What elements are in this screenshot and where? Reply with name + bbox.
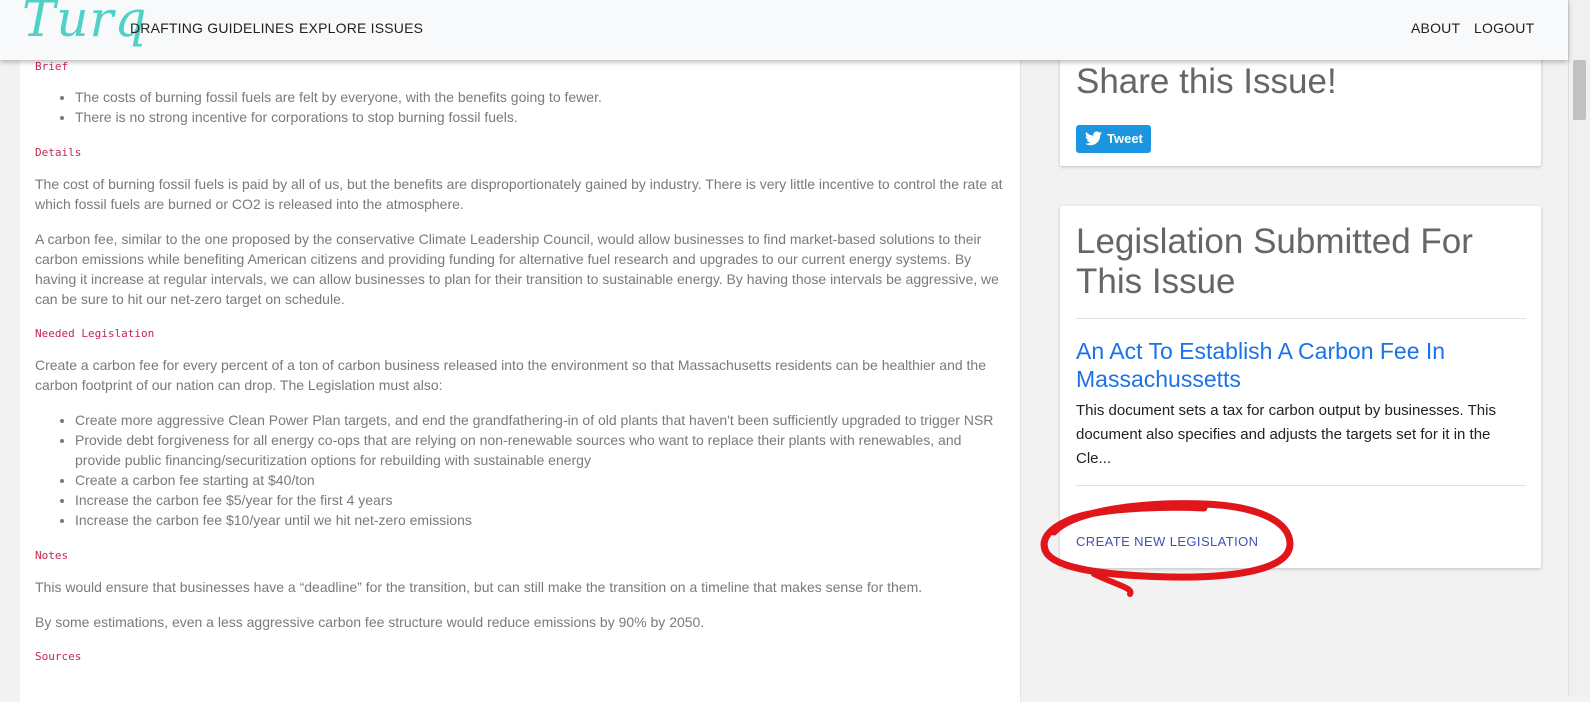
page-scrollbar[interactable] [1568,0,1590,696]
list-item: Provide debt forgiveness for all energy … [75,430,1010,470]
details-heading: Details [35,146,82,159]
needed-legislation-list: Create more aggressive Clean Power Plan … [35,410,1010,530]
divider [1076,485,1526,486]
scrollbar-thumb[interactable] [1573,60,1586,120]
sources-heading: Sources [35,650,82,663]
brief-list: The costs of burning fossil fuels are fe… [35,87,1010,127]
nav-logout[interactable]: LOGOUT [1474,20,1534,36]
needed-legislation-intro: Create a carbon fee for every percent of… [35,357,987,393]
issue-content-body: Brief The costs of burning fossil fuels … [35,60,1010,664]
brief-heading: Brief [35,60,69,73]
legislation-item-link[interactable]: An Act To Establish A Carbon Fee In Mass… [1076,337,1516,393]
needed-legislation-heading: Needed Legislation [35,327,155,340]
tweet-button[interactable]: Tweet [1076,125,1151,153]
top-navbar: Turq DRAFTING GUIDELINES EXPLORE ISSUES … [0,0,1568,60]
list-item: Create more aggressive Clean Power Plan … [75,410,1010,430]
create-new-legislation-button[interactable]: CREATE NEW LEGISLATION [1076,534,1258,549]
legislation-card: Legislation Submitted For This Issue An … [1060,206,1541,568]
share-issue-card: Share this Issue! Tweet [1060,42,1541,166]
notes-paragraph: This would ensure that businesses have a… [35,579,923,595]
list-item: Increase the carbon fee $5/year for the … [75,490,1010,510]
divider [1076,318,1526,319]
legislation-card-title: Legislation Submitted For This Issue [1076,222,1473,302]
list-item: There is no strong incentive for corpora… [75,107,1010,127]
details-paragraph: The cost of burning fossil fuels is paid… [35,176,1003,212]
list-item: The costs of burning fossil fuels are fe… [75,87,1010,107]
details-paragraph: A carbon fee, similar to the one propose… [35,231,999,307]
list-item: Increase the carbon fee $10/year until w… [75,510,1010,530]
turq-logo[interactable]: Turq [22,0,147,48]
legislation-item-description: This document sets a tax for carbon outp… [1076,402,1496,467]
legislation-title-line2: This Issue [1076,262,1236,301]
legislation-title-line1: Legislation Submitted For [1076,222,1473,261]
share-card-title: Share this Issue! [1076,62,1337,101]
notes-paragraph: By some estimations, even a less aggress… [35,614,705,630]
notes-heading: Notes [35,549,69,562]
issue-content-card: Brief The costs of burning fossil fuels … [20,42,1021,702]
list-item: Create a carbon fee starting at $40/ton [75,470,1010,490]
tweet-label: Tweet [1107,131,1143,146]
nav-about[interactable]: ABOUT [1411,20,1460,36]
twitter-bird-icon [1085,131,1102,146]
nav-drafting-guidelines[interactable]: DRAFTING GUIDELINES [130,20,294,36]
nav-explore-issues[interactable]: EXPLORE ISSUES [299,20,423,36]
